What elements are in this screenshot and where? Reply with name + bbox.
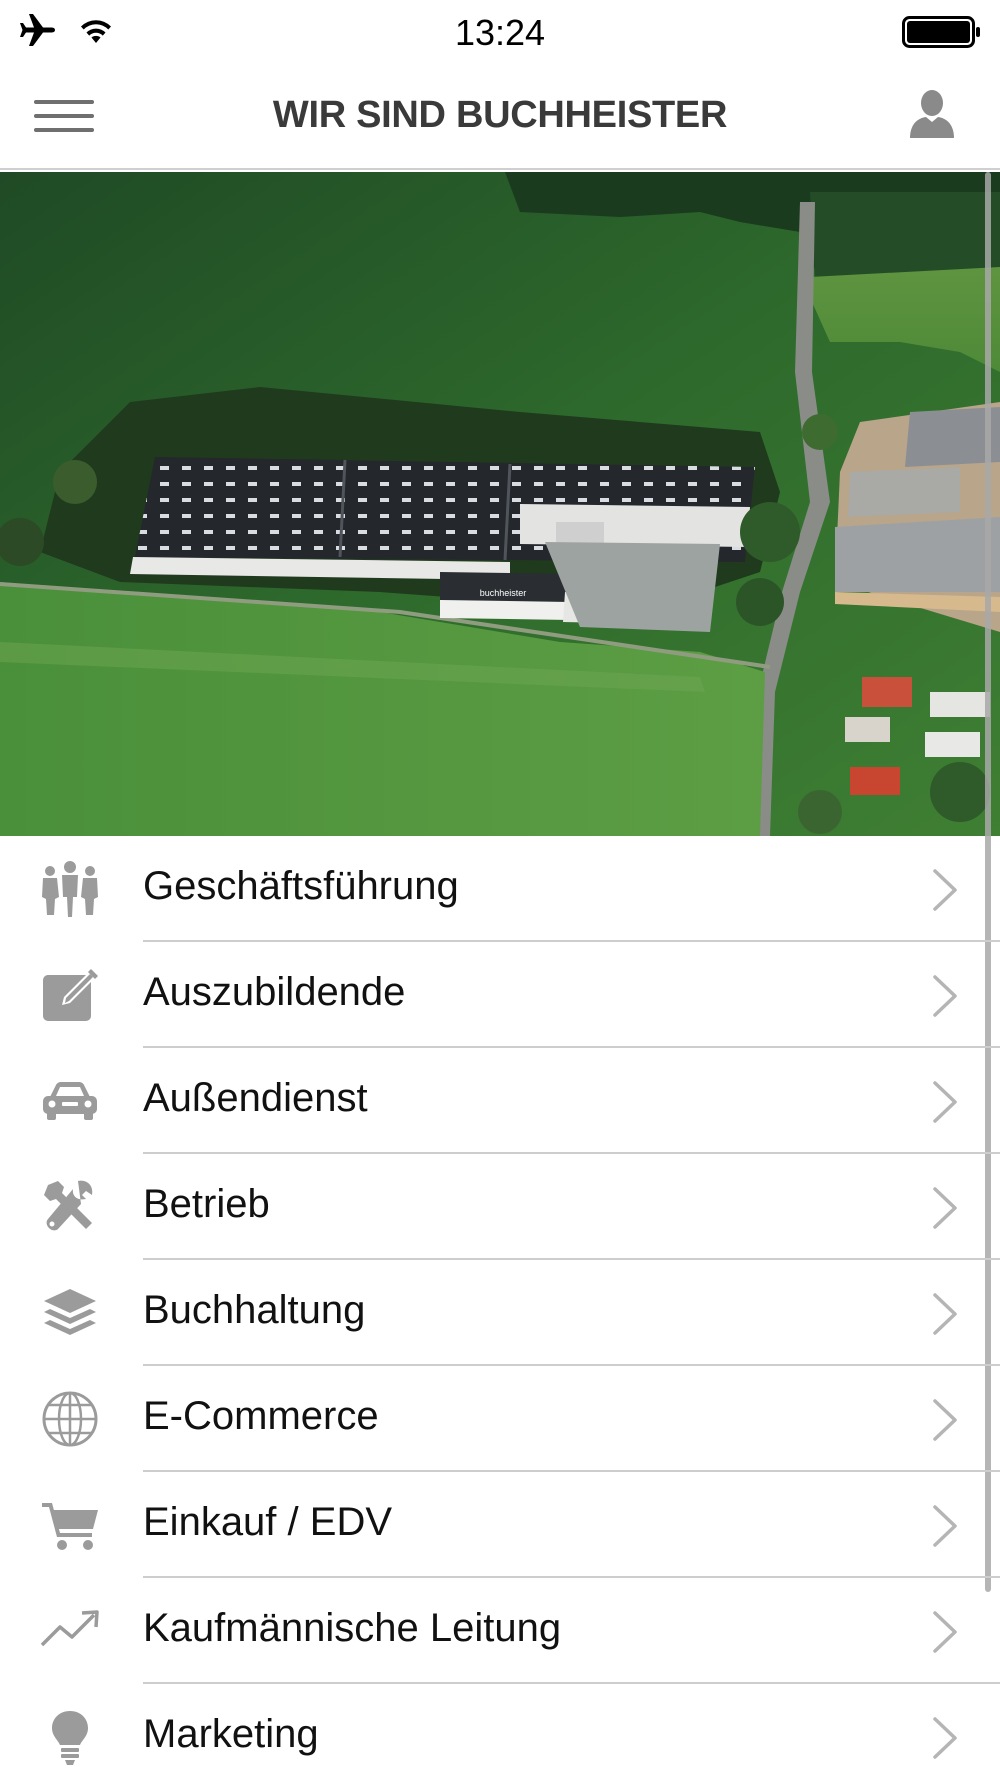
status-bar: 13:24 — [0, 0, 1000, 64]
chevron-right-icon — [933, 1611, 957, 1653]
chevron-right-icon — [933, 1081, 957, 1123]
list-item-auszubildende[interactable]: Auszubildende — [0, 942, 1000, 1048]
chevron-right-icon — [933, 1187, 957, 1229]
department-list: Geschäftsführung Auszubildende Außendien… — [0, 836, 1000, 1778]
chevron-right-icon — [933, 1399, 957, 1441]
list-item-label: Geschäftsführung — [143, 864, 459, 908]
edit-icon — [43, 969, 98, 1021]
profile-icon[interactable] — [904, 86, 960, 142]
lightbulb-icon — [52, 1711, 88, 1765]
list-item-aussendienst[interactable]: Außendienst — [0, 1048, 1000, 1154]
people-icon — [42, 861, 98, 917]
trend-icon — [40, 1610, 99, 1647]
cart-icon — [42, 1503, 98, 1550]
list-item-label: Marketing — [143, 1712, 319, 1756]
hero-image: buchheister — [0, 172, 1000, 836]
layers-icon — [44, 1289, 96, 1335]
chevron-right-icon — [933, 975, 957, 1017]
list-item-label: Auszubildende — [143, 970, 406, 1014]
list-item-buchhaltung[interactable]: Buchhaltung — [0, 1260, 1000, 1366]
list-item-label: Kaufmännische Leitung — [143, 1606, 562, 1650]
list-item-e-commerce[interactable]: E-Commerce — [0, 1366, 1000, 1472]
list-item-label: Betrieb — [143, 1182, 270, 1226]
list-item-label: Einkauf / EDV — [143, 1500, 393, 1544]
globe-icon — [42, 1391, 98, 1447]
list-item-betrieb[interactable]: Betrieb — [0, 1154, 1000, 1260]
battery-icon — [902, 16, 980, 48]
chevron-right-icon — [933, 1717, 957, 1759]
car-icon — [43, 1082, 97, 1120]
page-title: WIR SIND BUCHHEISTER — [272, 94, 728, 136]
list-item-geschaeftsfuehrung[interactable]: Geschäftsführung — [0, 836, 1000, 942]
chevron-right-icon — [933, 1293, 957, 1335]
list-item-label: E-Commerce — [143, 1394, 379, 1438]
status-time: 13:24 — [454, 12, 546, 53]
chevron-right-icon — [933, 1505, 957, 1547]
list-item-marketing[interactable]: Marketing — [0, 1684, 1000, 1778]
list-item-einkauf-edv[interactable]: Einkauf / EDV — [0, 1472, 1000, 1578]
hero-sign-text: buchheister — [480, 588, 527, 598]
tools-icon — [44, 1180, 93, 1231]
list-item-kaufmaennische-leitung[interactable]: Kaufmännische Leitung — [0, 1578, 1000, 1684]
navigation-bar: WIR SIND BUCHHEISTER — [0, 64, 1000, 170]
list-item-label: Buchhaltung — [143, 1288, 366, 1332]
chevron-right-icon — [933, 869, 957, 911]
list-item-label: Außendienst — [143, 1076, 368, 1120]
